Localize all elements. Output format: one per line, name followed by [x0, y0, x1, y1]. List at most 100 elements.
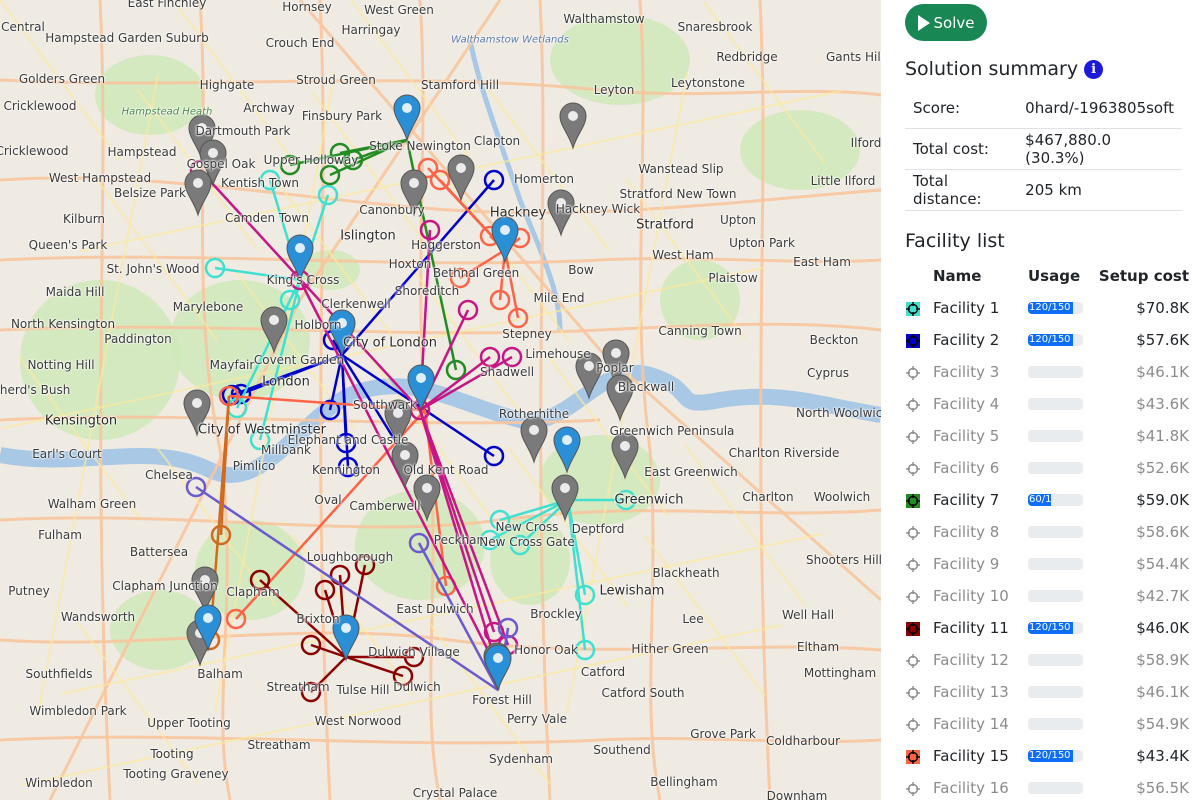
facility-list-title: Facility list [905, 230, 1005, 252]
map-place-label: North Woolwich [796, 406, 881, 420]
map-place-label: Fulham [38, 528, 82, 542]
solution-summary-table: Score: 0hard/-1963805soft Total cost: $467,… [905, 88, 1182, 211]
map-place-label: Streatham [266, 680, 330, 694]
pin-hole [620, 441, 630, 451]
facility-setup-cost: $70.8K [1136, 299, 1189, 317]
map-place-label: East Finchley [127, 0, 207, 10]
map-place-label: Tooting [150, 747, 194, 761]
facility-table-header: Name Usage Setup cost [905, 260, 1189, 292]
map-view[interactable]: East Finchley Hornsey West Green Walthamsto… [0, 0, 881, 800]
facility-row[interactable]: Facility 6 $52.6K [905, 452, 1189, 484]
map-place-label: Bellingham [650, 775, 718, 789]
facility-row[interactable]: Facility 15 120/150 $43.4K [905, 740, 1189, 772]
map-place-label: West Norwood [314, 714, 402, 728]
map-place-label: Upton [719, 213, 757, 227]
map-place-label: Walham Green [47, 497, 137, 511]
usage-bar: 120/150 [1028, 302, 1083, 314]
facility-setup-cost: $58.9K [1136, 651, 1189, 669]
map-place-label: Rotherhithe [498, 407, 570, 421]
usage-bar [1028, 430, 1083, 442]
map-place-label: Cricklewood [0, 144, 69, 158]
facility-row[interactable]: Facility 11 120/150 $46.0K [905, 612, 1189, 644]
summary-value: $467,880.0 (30.3%) [1009, 128, 1182, 170]
minor-road [644, 535, 766, 697]
pin-hole [416, 373, 426, 383]
usage-bar [1028, 782, 1083, 794]
facility-row[interactable]: Facility 10 $42.7K [905, 580, 1189, 612]
map-place-label: Brockley [530, 607, 582, 621]
play-icon [917, 14, 930, 31]
facility-row[interactable]: Facility 13 $46.1K [905, 676, 1189, 708]
map-place-label: Camden Town [225, 211, 309, 225]
facility-row[interactable]: Facility 9 $54.4K [905, 548, 1189, 580]
map-place-label: Stroud Green [296, 73, 376, 87]
facility-row[interactable]: Facility 14 $54.9K [905, 708, 1189, 740]
map-place-label: Greenwich [614, 492, 684, 508]
map-place-label: Dulwich [393, 680, 441, 694]
pin-hole [295, 243, 305, 253]
facility-row[interactable]: Facility 16 $56.5K [905, 772, 1189, 800]
map-place-label: Redbridge [716, 50, 778, 64]
map-place-label: Kentish Town [220, 176, 300, 190]
pin-hole [611, 348, 621, 358]
facility-name: Facility 9 [933, 555, 1000, 573]
solve-button-label: Solve [933, 13, 975, 32]
map-place-label: Hornsey [282, 0, 332, 14]
usage-bar [1028, 558, 1083, 570]
facility-setup-cost: $46.1K [1136, 683, 1189, 701]
facility-row[interactable]: Facility 3 $46.1K [905, 356, 1189, 388]
map-place-label: Leytonstone [671, 76, 745, 90]
usage-bar [1028, 654, 1083, 666]
map-place-label: Balham [197, 667, 243, 681]
map-place-label: Dulwich Village [368, 645, 460, 659]
map-place-label: Kensington [44, 413, 118, 429]
facility-row[interactable]: Facility 7 60/1 $59.0K [905, 484, 1189, 516]
facility-name: Facility 7 [933, 491, 1000, 509]
usage-bar: 120/150 [1028, 334, 1083, 346]
map-place-label: Shepherd's Bush [0, 383, 71, 397]
road [538, 0, 552, 800]
map-place-label: Queen's Park [28, 238, 108, 252]
map-place-label: Gants Hill [825, 50, 881, 64]
map-place-label: Homerton [513, 172, 575, 186]
facility-name: Facility 14 [933, 715, 1009, 733]
facility-row[interactable]: Facility 4 $43.6K [905, 388, 1189, 420]
map-place-label: Leyton [593, 83, 635, 97]
usage-column-header: Usage [1028, 267, 1081, 285]
map-place-label: Kennington [311, 463, 381, 477]
map-place-label: Coldharbour [765, 734, 841, 748]
facility-row[interactable]: Facility 8 $58.6K [905, 516, 1189, 548]
facility-name: Facility 3 [933, 363, 1000, 381]
map-place-label: West Ham [652, 248, 714, 262]
map-place-label: Mile End [533, 291, 585, 305]
facility-row[interactable]: Facility 5 $41.8K [905, 420, 1189, 452]
map-place-label: Blackheath [652, 566, 720, 580]
usage-bar [1028, 686, 1083, 698]
map-place-label: East Ham [793, 255, 851, 269]
solve-button[interactable]: Solve [905, 4, 987, 41]
facility-unused-pin [559, 102, 587, 150]
map-place-label: Battersea [129, 545, 189, 559]
map-place-label: Ilford [850, 136, 881, 150]
facility-row[interactable]: Facility 2 120/150 $57.6K [905, 324, 1189, 356]
summary-key: Total cost: [905, 128, 1010, 170]
usage-bar [1028, 462, 1083, 474]
icon-column-header [905, 260, 933, 292]
facility-marker-icon [905, 621, 921, 637]
facility-marker-icon [905, 525, 921, 541]
map-place-label: West Hampstead [48, 171, 152, 185]
usage-bar-fill: 60/1 [1028, 494, 1051, 506]
map-place-label: Downham [766, 789, 828, 800]
map-place-label: Stratford New Town [619, 187, 737, 201]
facility-row[interactable]: Facility 1 120/150 $70.8K [905, 292, 1189, 324]
map-place-label: Blackwall [617, 380, 675, 394]
summary-row: Total cost: $467,880.0 (30.3%) [905, 128, 1182, 170]
map-place-label: Hither Green [631, 642, 709, 656]
map-place-label: Woolwich [813, 490, 871, 504]
map-place-label: East Greenwich [644, 465, 738, 479]
info-icon[interactable]: i [1084, 60, 1104, 79]
facility-row[interactable]: Facility 12 $58.9K [905, 644, 1189, 676]
map-place-label: Southwark [353, 398, 417, 412]
facility-name: Facility 16 [933, 779, 1009, 797]
facility-marker-icon [905, 557, 921, 573]
